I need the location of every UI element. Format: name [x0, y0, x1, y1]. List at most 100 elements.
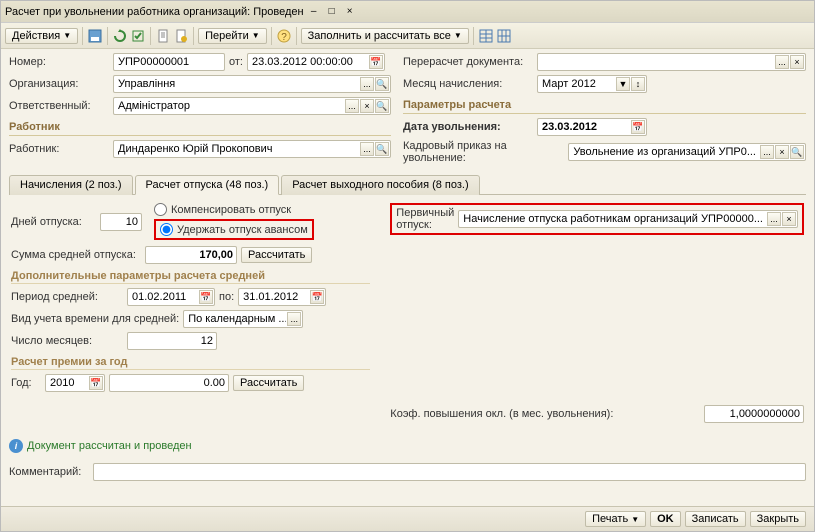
order-label: Кадровый приказ на увольнение:	[403, 140, 564, 164]
resp-label: Ответственный:	[9, 100, 109, 112]
spin-icon[interactable]: ↕	[631, 77, 645, 91]
org-label: Организация:	[9, 78, 109, 90]
time-input[interactable]: По календарным ......	[183, 310, 303, 328]
save-icon[interactable]	[87, 28, 103, 44]
ellipsis-icon[interactable]: ...	[775, 55, 789, 69]
month-input[interactable]: Март 2012▼↕	[537, 75, 647, 93]
search-icon[interactable]: 🔍	[375, 77, 389, 91]
period-to-input[interactable]: 31.01.2012📅	[238, 288, 326, 306]
comment-input[interactable]	[93, 463, 806, 481]
dismiss-date-label: Дата увольнения:	[403, 121, 533, 133]
document-star-icon[interactable]	[173, 28, 189, 44]
info-icon: i	[9, 439, 23, 453]
dismiss-date-input[interactable]: 23.03.2012📅	[537, 118, 647, 136]
print-button[interactable]: Печать ▼	[585, 511, 646, 527]
window-title: Расчет при увольнении работника организа…	[5, 6, 304, 18]
period-to-label: по:	[219, 291, 234, 303]
bonus-calc-button[interactable]: Рассчитать	[233, 375, 304, 391]
info-line: i Документ рассчитан и проведен	[9, 439, 806, 453]
tab-vacation[interactable]: Расчет отпуска (48 поз.)	[135, 175, 280, 195]
period-label: Период средней:	[11, 291, 123, 303]
comment-label: Комментарий:	[9, 466, 89, 478]
calc-button[interactable]: Рассчитать	[241, 247, 312, 263]
calendar-icon[interactable]: 📅	[89, 376, 103, 390]
ellipsis-icon[interactable]: ...	[767, 212, 781, 226]
from-label: от:	[229, 56, 243, 68]
write-button[interactable]: Записать	[685, 511, 746, 527]
recalc-label: Перерасчет документа:	[403, 56, 533, 68]
ellipsis-icon[interactable]: ...	[360, 77, 374, 91]
ok-button[interactable]: OK	[650, 511, 681, 527]
time-label: Вид учета времени для средней:	[11, 313, 179, 325]
footer: Печать ▼ OK Записать Закрыть	[1, 506, 814, 531]
calendar-icon[interactable]: 📅	[310, 290, 324, 304]
year-label: Год:	[11, 377, 41, 389]
option-advance-highlight: Удержать отпуск авансом	[154, 219, 314, 240]
months-label: Число месяцев:	[11, 335, 123, 347]
title-bar: Расчет при увольнении работника организа…	[1, 1, 814, 23]
clear-icon[interactable]: ×	[775, 145, 789, 159]
days-input[interactable]	[100, 213, 142, 231]
dropdown-icon[interactable]: ▼	[616, 77, 630, 91]
ellipsis-icon[interactable]: ...	[345, 99, 359, 113]
primary-vacation-highlight: Первичный отпуск: Начисление отпуска раб…	[390, 203, 804, 235]
document-icon[interactable]	[155, 28, 171, 44]
number-label: Номер:	[9, 56, 109, 68]
help-icon[interactable]: ?	[276, 28, 292, 44]
addparams-section: Дополнительные параметры расчета средней	[11, 270, 370, 284]
ellipsis-icon[interactable]: ...	[287, 312, 301, 326]
ellipsis-icon[interactable]: ...	[760, 145, 774, 159]
period-from-input[interactable]: 01.02.2011📅	[127, 288, 215, 306]
year-input[interactable]: 2010📅	[45, 374, 105, 392]
search-icon[interactable]: 🔍	[790, 145, 804, 159]
clear-icon[interactable]: ×	[782, 212, 796, 226]
worker-section: Работник	[9, 119, 391, 136]
info-text: Документ рассчитан и проведен	[27, 440, 192, 452]
search-icon[interactable]: 🔍	[375, 142, 389, 156]
params-section: Параметры расчета	[403, 97, 806, 114]
goto-button[interactable]: Перейти ▼	[198, 28, 267, 44]
days-label: Дней отпуска:	[11, 216, 96, 228]
actions-button[interactable]: Действия ▼	[5, 28, 78, 44]
search-icon[interactable]: 🔍	[375, 99, 389, 113]
worker-input[interactable]: Диндаренко Юрій Прокопович...🔍	[113, 140, 391, 158]
grid2-icon[interactable]	[496, 28, 512, 44]
primary-input[interactable]: Начисление отпуска работникам организаци…	[458, 210, 798, 228]
clear-icon[interactable]: ×	[360, 99, 374, 113]
number-input[interactable]: УПР00000001	[113, 53, 225, 71]
grid-icon[interactable]	[478, 28, 494, 44]
coef-input[interactable]	[704, 405, 804, 423]
coef-label: Коэф. повышения окл. (в мес. увольнения)…	[390, 408, 613, 420]
fill-calc-button[interactable]: Заполнить и рассчитать все ▼	[301, 28, 469, 44]
bonus-section: Расчет премии за год	[11, 356, 370, 370]
month-label: Месяц начисления:	[403, 78, 533, 90]
svg-text:?: ?	[281, 32, 287, 43]
option-compensate[interactable]: Компенсировать отпуск	[154, 203, 314, 216]
resp-input[interactable]: Адміністратор...×🔍	[113, 97, 391, 115]
calendar-icon[interactable]: 📅	[199, 290, 213, 304]
calendar-icon[interactable]: 📅	[369, 55, 383, 69]
avgsum-input[interactable]	[145, 246, 237, 264]
maximize-button[interactable]: □	[324, 5, 340, 19]
calendar-icon[interactable]: 📅	[631, 120, 645, 134]
bonus-sum-input[interactable]	[109, 374, 229, 392]
post-icon[interactable]	[130, 28, 146, 44]
order-input[interactable]: Увольнение из организаций УПР0......×🔍	[568, 143, 806, 161]
avgsum-label: Сумма средней отпуска:	[11, 249, 141, 261]
months-input[interactable]	[127, 332, 217, 350]
minimize-button[interactable]: –	[306, 5, 322, 19]
close-footer-button[interactable]: Закрыть	[750, 511, 806, 527]
refresh-icon[interactable]	[112, 28, 128, 44]
ellipsis-icon[interactable]: ...	[360, 142, 374, 156]
worker-label: Работник:	[9, 143, 109, 155]
recalc-input[interactable]: ...×	[537, 53, 806, 71]
close-button[interactable]: ×	[342, 5, 358, 19]
option-advance[interactable]: Удержать отпуск авансом	[160, 223, 308, 236]
clear-icon[interactable]: ×	[790, 55, 804, 69]
tab-severance[interactable]: Расчет выходного пособия (8 поз.)	[281, 175, 479, 195]
primary-label: Первичный отпуск:	[396, 207, 454, 231]
date-input[interactable]: 23.03.2012 00:00:00📅	[247, 53, 385, 71]
tab-accruals[interactable]: Начисления (2 поз.)	[9, 175, 133, 195]
org-input[interactable]: Управління...🔍	[113, 75, 391, 93]
tabs: Начисления (2 поз.) Расчет отпуска (48 п…	[9, 174, 806, 195]
